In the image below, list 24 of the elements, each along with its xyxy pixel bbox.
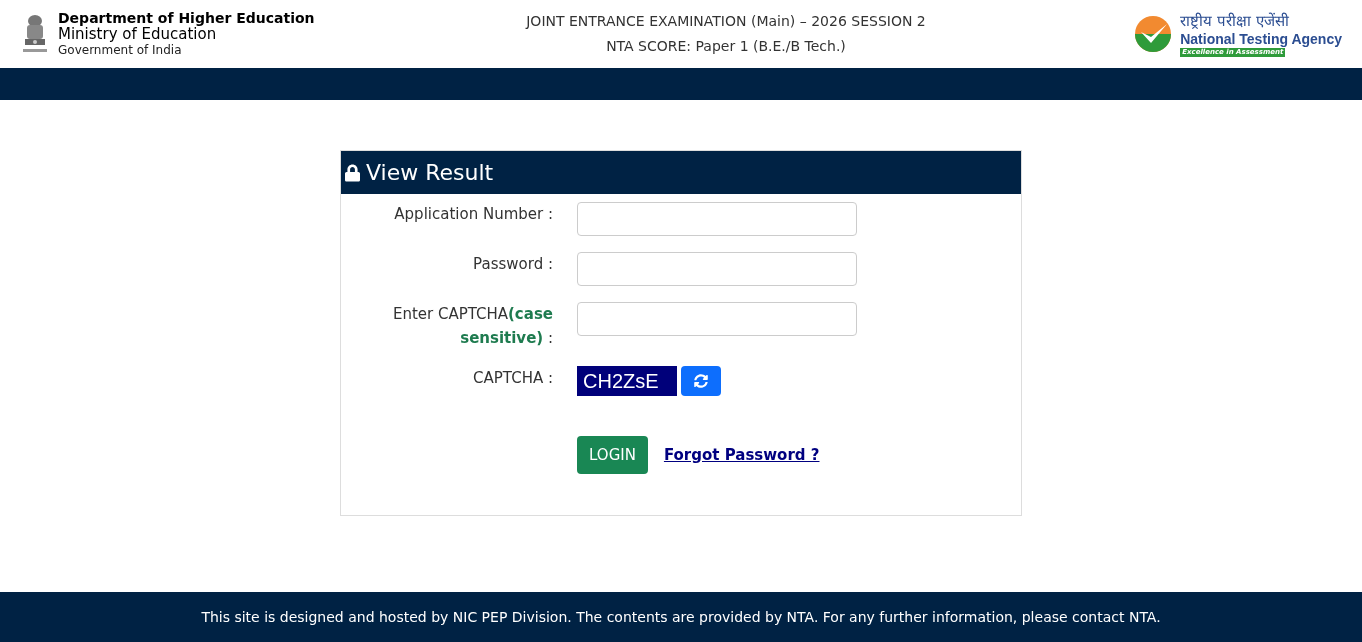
lock-icon <box>345 163 360 182</box>
captcha-image: CH2ZsE <box>577 366 677 396</box>
forgot-password-link[interactable]: Forgot Password ? <box>663 443 820 467</box>
login-button[interactable]: LOGIN <box>577 436 648 474</box>
input-field[interactable] <box>577 302 857 336</box>
checkmark-logo-icon <box>1134 15 1173 53</box>
field-label: Password : <box>473 255 553 273</box>
exam-title: JOINT ENTRANCE EXAMINATION (Main) – 2026 SESSION 2 <box>526 12 926 31</box>
ministry-name: Ministry of Education <box>58 26 217 42</box>
footer-text: This site is designed and hosted by NIC PEP Division. The contents are provided by NTA. For any further information, please contact NTA. <box>201 607 1161 627</box>
agency-hindi-name: राष्ट्रीय परीक्षा एजेंसी <box>1180 11 1290 30</box>
field-label: Enter CAPTCHA(case sensitive) : <box>392 305 553 347</box>
field-label: Application Number : <box>394 205 553 223</box>
government-name: Government of India <box>58 42 183 58</box>
refresh-icon <box>694 374 708 388</box>
input-field[interactable] <box>577 202 857 236</box>
department-name: Department of Higher Education <box>58 10 315 26</box>
card-title: View Result <box>366 159 494 187</box>
field-label: CAPTCHA : <box>473 369 553 387</box>
input-field[interactable] <box>577 252 857 286</box>
emblem-icon <box>20 13 50 55</box>
exam-subtitle: NTA SCORE: Paper 1 (B.E./B Tech.) <box>606 37 846 56</box>
agency-name: National Testing Agency <box>1180 29 1342 48</box>
refresh-button[interactable] <box>681 366 721 396</box>
